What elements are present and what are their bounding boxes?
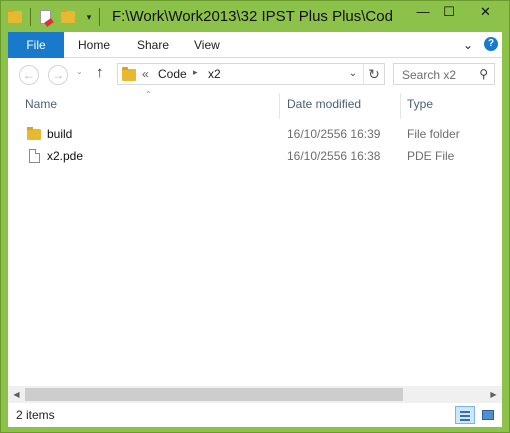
folder-icon: [121, 67, 137, 83]
column-header-date-modified[interactable]: Date modified: [287, 97, 361, 111]
file-icon: [26, 148, 42, 164]
column-divider[interactable]: [400, 93, 401, 119]
column-header-type[interactable]: Type: [407, 97, 433, 111]
file-type: PDE File: [407, 149, 455, 163]
file-date: 16/10/2556 16:39: [287, 127, 381, 141]
breadcrumb-item-code[interactable]: Code: [158, 67, 187, 81]
ribbon-tabs: File Home Share View ⌄ ?: [8, 32, 502, 58]
window-title: F:\Work\Work2013\32 IPST Plus Plus\Code\…: [112, 8, 392, 25]
column-divider[interactable]: [279, 93, 280, 119]
quick-access-toolbar: ▾: [7, 8, 106, 26]
tab-file[interactable]: File: [8, 32, 64, 58]
folder-icon[interactable]: [7, 9, 23, 25]
expand-ribbon-icon[interactable]: ⌄: [460, 37, 476, 53]
tab-view[interactable]: View: [194, 32, 220, 58]
file-list: ⌃ Name Date modified Type build 16/10/25…: [8, 90, 502, 401]
toolbar-separator: [30, 8, 31, 26]
file-type: File folder: [407, 127, 460, 141]
title-bar: ▾ F:\Work\Work2013\32 IPST Plus Plus\Cod…: [1, 1, 509, 32]
window-controls: — ☐ ✕: [410, 1, 509, 22]
toolbar-separator: [99, 8, 100, 26]
back-button[interactable]: ←: [19, 65, 39, 85]
details-view-button[interactable]: [455, 406, 475, 424]
table-row[interactable]: build 16/10/2556 16:39 File folder: [22, 124, 492, 144]
recent-locations-dropdown[interactable]: ⌄: [76, 67, 83, 76]
breadcrumb-item-x2[interactable]: x2: [208, 67, 221, 81]
file-name: x2.pde: [47, 149, 84, 163]
folder-icon: [26, 126, 42, 142]
chevron-right-icon[interactable]: ▸: [193, 67, 198, 78]
scroll-left-button[interactable]: ◀: [8, 386, 25, 403]
scroll-right-button[interactable]: ▶: [485, 386, 502, 403]
address-bar[interactable]: « Code ▸ x2 ⌄ ↻: [117, 63, 385, 85]
close-button[interactable]: ✕: [462, 1, 509, 22]
horizontal-scrollbar[interactable]: ◀ ▶: [8, 386, 502, 403]
minimize-button[interactable]: —: [410, 1, 436, 22]
item-count: 2 items: [16, 408, 55, 422]
column-header-name[interactable]: Name: [25, 97, 57, 111]
table-row[interactable]: x2.pde 16/10/2556 16:38 PDE File: [22, 146, 492, 166]
help-icon[interactable]: ?: [484, 37, 498, 51]
properties-icon[interactable]: [37, 9, 53, 25]
breadcrumb-overflow[interactable]: «: [142, 67, 149, 81]
scrollbar-thumb[interactable]: [25, 388, 403, 401]
navigation-bar: ← → ⌄ ↑ « Code ▸ x2 ⌄ ↻ Search x2 ⚲: [8, 58, 502, 90]
forward-button[interactable]: →: [48, 65, 68, 85]
address-dropdown-button[interactable]: ⌄: [343, 64, 363, 84]
up-button[interactable]: ↑: [96, 64, 104, 81]
customize-toolbar-dropdown[interactable]: ▾: [83, 9, 95, 25]
file-name: build: [47, 127, 73, 141]
file-date: 16/10/2556 16:38: [287, 149, 381, 163]
tab-share[interactable]: Share: [137, 32, 169, 58]
tab-home[interactable]: Home: [78, 32, 110, 58]
search-icon[interactable]: ⚲: [479, 67, 488, 81]
sort-indicator-icon: ⌃: [145, 90, 152, 99]
maximize-button[interactable]: ☐: [436, 1, 462, 22]
search-box[interactable]: Search x2 ⚲: [393, 63, 495, 85]
explorer-window: ▾ F:\Work\Work2013\32 IPST Plus Plus\Cod…: [0, 0, 510, 433]
new-folder-icon[interactable]: [60, 9, 76, 25]
status-bar: 2 items: [8, 403, 502, 427]
refresh-button[interactable]: ↻: [363, 64, 384, 84]
search-input[interactable]: Search x2: [402, 68, 456, 82]
large-icons-view-button[interactable]: [478, 406, 498, 424]
